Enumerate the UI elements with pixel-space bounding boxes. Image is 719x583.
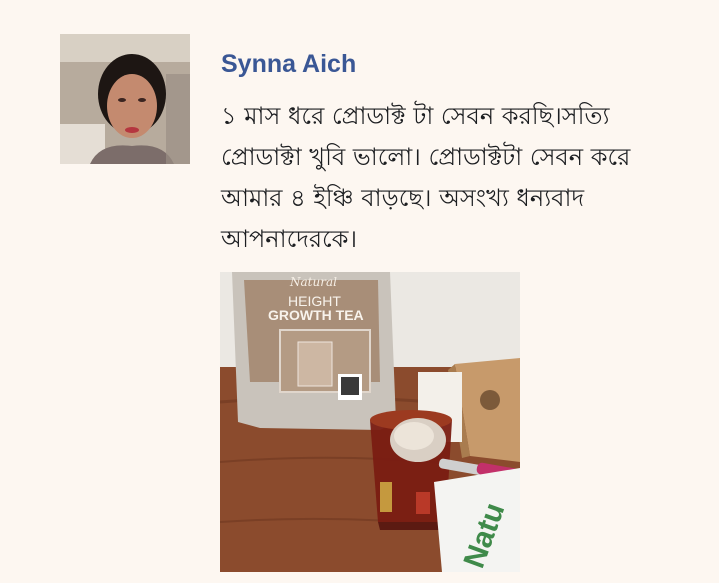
pouch-brand: Natural — [289, 275, 337, 289]
author-name[interactable]: Synna Aich — [221, 50, 356, 79]
attached-photo[interactable]: Natural HEIGHT GROWTH TEA Natu — [220, 272, 520, 572]
tea-pouch: Natural HEIGHT GROWTH TEA — [232, 272, 396, 430]
reviewer-avatar[interactable] — [60, 34, 190, 164]
comment-line: প্রোডাক্টা খুবি ভালো। প্রোডাক্টটা সেবন ক… — [221, 143, 631, 171]
comment-line: আমার ৪ ইঞ্চি বাড়ছে। অসংখ্য ধন্যবাদ — [221, 184, 585, 212]
product-photo: Natural HEIGHT GROWTH TEA Natu — [220, 272, 520, 572]
comment-line: ১ মাস ধরে প্রোডাক্ট টা সেবন করছি।সত্যি — [221, 102, 610, 130]
pouch-title-line2: GROWTH TEA — [268, 307, 364, 323]
avatar-portrait — [60, 34, 190, 164]
comment-line: আপনাদেরকে। — [221, 225, 358, 253]
comment-text: ১ মাস ধরে প্রোডাক্ট টা সেবন করছি।সত্যি প… — [221, 96, 701, 260]
product-bag: Natu — [434, 468, 520, 572]
